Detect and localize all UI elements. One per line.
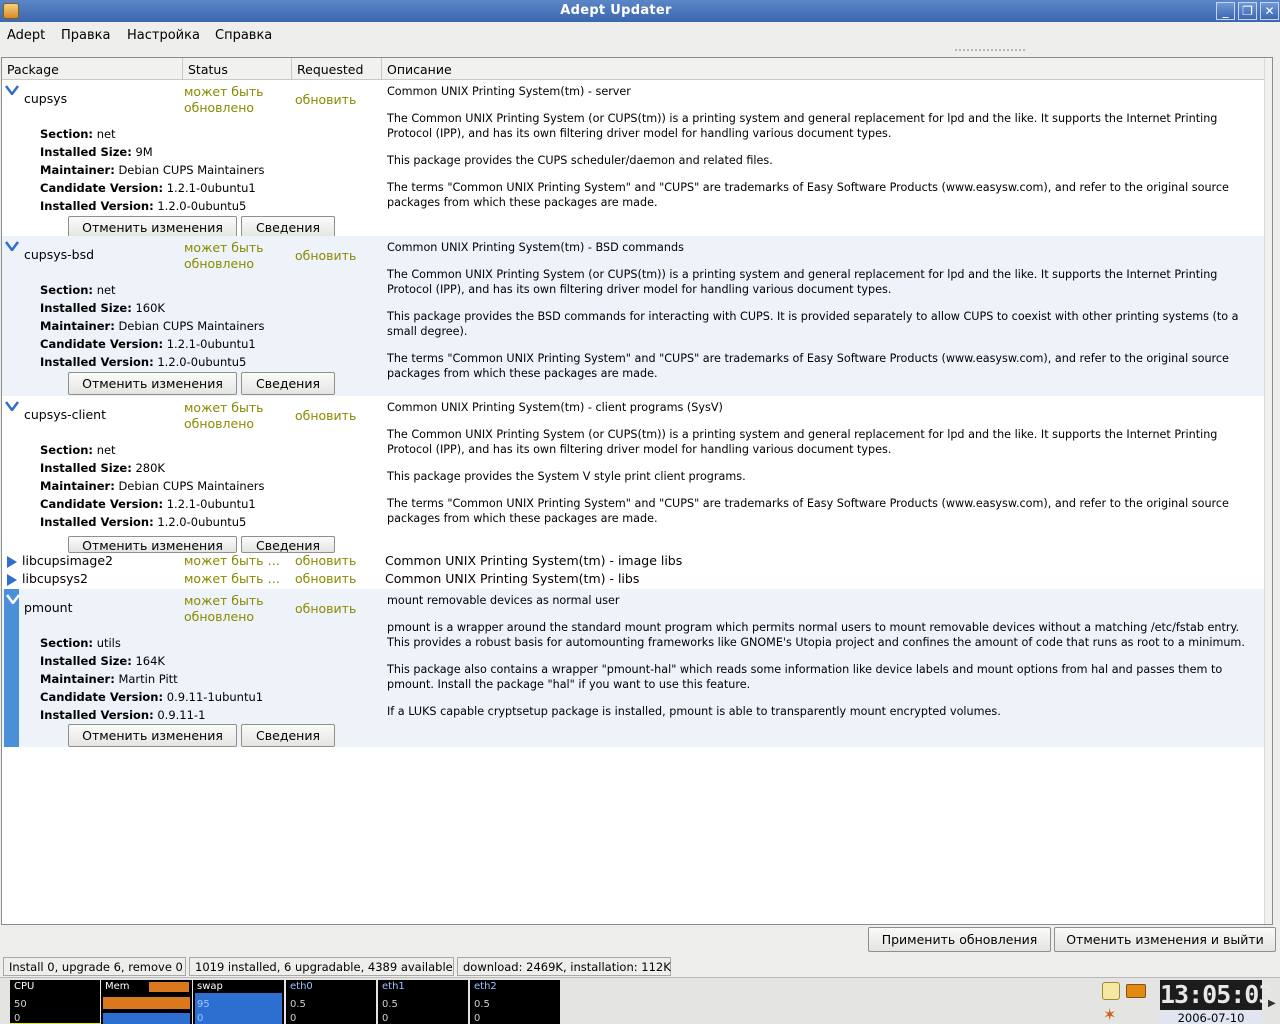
apply-updates-button[interactable]: Применить обновления [868,927,1051,952]
eth2-monitor[interactable]: eth2 0.5 0 [470,980,560,1024]
list-header: Package Status Requested Описание [2,58,1272,80]
package-description: Common UNIX Printing System(tm) - image … [385,553,683,568]
package-name: cupsys [24,91,68,106]
status-sizes: download: 2469K, installation: 112K [457,957,671,976]
package-name: cupsys-bsd [24,247,95,262]
chevron-down-icon[interactable] [6,594,20,604]
chevron-right-icon[interactable] [6,573,18,587]
revert-changes-button[interactable]: Отменить изменения [68,372,237,395]
column-requested[interactable]: Requested [292,58,382,80]
package-description: mount removable devices as normal user p… [387,594,1245,718]
package-status: может быть обновлено [184,571,287,586]
eth0-monitor[interactable]: eth0 0.5 0 [286,980,376,1024]
adept-notifier-icon[interactable]: ✶ [1103,1006,1123,1024]
swap-monitor[interactable]: swap 95 0 [193,980,284,1024]
package-row-cupsys-bsd[interactable]: cupsys-bsd может быть обновлено обновить… [2,236,1272,396]
cpu-monitor[interactable]: CPU 50 0 [10,980,100,1024]
klipper-icon[interactable] [1102,982,1120,1000]
status-counts: 1019 installed, 6 upgradable, 4389 avail… [189,957,454,976]
maximize-button[interactable]: ❐ [1238,2,1257,20]
package-name: libcupsimage2 [22,553,114,568]
package-row-pmount[interactable]: pmount может быть обновлено обновить Sec… [2,589,1272,747]
package-status: может быть обновлено [184,593,264,624]
toolbar-grip[interactable] [955,49,1025,53]
revert-changes-button[interactable]: Отменить изменения [68,536,237,553]
clock[interactable]: 13:05:03 [1160,980,1273,1010]
column-status[interactable]: Status [183,58,292,80]
package-description: Common UNIX Printing System(tm) - server… [387,85,1229,209]
menu-edit[interactable]: Правка [61,28,110,43]
close-button[interactable]: ✕ [1260,2,1279,20]
package-requested: обновить [295,248,357,263]
scrollbar[interactable] [1264,58,1272,924]
package-details: Section: net Installed Size: 160K Mainta… [40,283,265,369]
column-package[interactable]: Package [2,58,183,80]
revert-and-exit-button[interactable]: Отменить изменения и выйти [1054,927,1276,952]
desktop-panel: CPU 50 0 Mem swap 95 0 eth0 0.5 0 eth1 0… [0,977,1280,1024]
package-row-libcupsys2[interactable]: libcupsys2 может быть обновлено обновить… [2,571,1272,589]
details-button[interactable]: Сведения [241,372,335,395]
package-row-cupsys-client[interactable]: cupsys-client может быть обновлено обнов… [2,396,1272,553]
package-status: может быть обновлено [184,240,264,271]
package-name: cupsys-client [24,407,106,422]
package-requested: обновить [295,601,357,616]
date[interactable]: 2006-07-10 [1160,1011,1262,1024]
package-row-cupsys[interactable]: cupsys может быть обновлено обновить Sec… [2,80,1272,239]
chevron-down-icon[interactable] [5,241,19,251]
revert-changes-button[interactable]: Отменить изменения [68,724,237,747]
menu-settings[interactable]: Настройка [127,28,200,43]
panel-arrow-icon[interactable]: ▶ [1268,998,1276,1009]
package-description: Common UNIX Printing System(tm) - client… [387,401,1229,525]
menu-help[interactable]: Справка [215,28,272,43]
package-name: libcupsys2 [22,571,88,586]
package-requested: обновить [295,553,357,568]
status-changes: Install 0, upgrade 6, remove 0 [3,957,186,976]
column-description[interactable]: Описание [382,58,1266,80]
chevron-down-icon[interactable] [5,85,19,95]
package-requested: обновить [295,571,357,586]
package-row-libcupsimage2[interactable]: libcupsimage2 может быть обновлено обнов… [2,553,1272,571]
package-details: Section: net Installed Size: 9M Maintain… [40,127,265,213]
chevron-right-icon[interactable] [6,555,18,569]
package-requested: обновить [295,92,357,107]
package-description: Common UNIX Printing System(tm) - BSD co… [387,241,1239,380]
window-title: Adept Updater [560,3,672,18]
eth1-monitor[interactable]: eth1 0.5 0 [378,980,468,1024]
wallet-icon[interactable] [1126,984,1146,998]
package-status: может быть обновлено [184,400,264,431]
chevron-down-icon[interactable] [5,401,19,411]
package-details: Section: net Installed Size: 280K Mainta… [40,443,265,529]
details-button[interactable]: Сведения [241,724,335,747]
package-status: может быть обновлено [184,553,287,568]
minimize-button[interactable]: _ [1216,2,1235,20]
package-name: pmount [24,600,73,615]
package-details: Section: utils Installed Size: 164K Main… [40,636,264,722]
title-bar: Adept Updater _ ❐ ✕ [0,0,1280,22]
package-requested: обновить [295,408,357,423]
menu-bar: Adept Правка Настройка Справка [0,22,1280,48]
memory-monitor[interactable]: Mem [101,980,192,1024]
details-button[interactable]: Сведения [241,536,335,553]
status-bar: Install 0, upgrade 6, remove 0 1019 inst… [0,956,1280,977]
package-description: Common UNIX Printing System(tm) - libs [385,571,640,586]
package-status: может быть обновлено [184,84,264,115]
package-list[interactable]: Package Status Requested Описание cupsys… [1,57,1273,925]
menu-adept[interactable]: Adept [7,28,45,43]
